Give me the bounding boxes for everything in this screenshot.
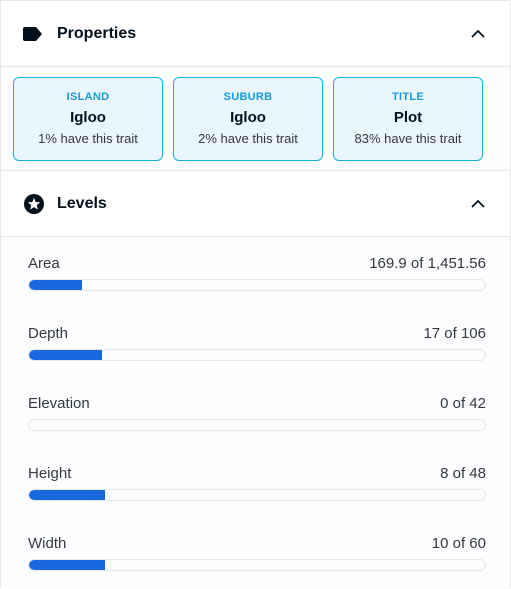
chevron-up-icon[interactable] [470,196,486,212]
traits-panel: Properties ISLAND Igloo 1% have this tra… [0,0,511,589]
level-name: Depth [28,325,69,342]
property-card[interactable]: ISLAND Igloo 1% have this trait [13,77,163,161]
levels-title: Levels [57,194,107,212]
property-card[interactable]: TITLE Plot 83% have this trait [333,77,483,161]
level-name: Width [28,535,67,552]
level-progress-bar [28,559,486,571]
level-item: Height 8 of 48 [28,465,486,505]
level-value: 0 of 42 [440,395,486,412]
tag-icon [23,23,45,45]
level-value: 8 of 48 [440,465,486,482]
level-value: 17 of 106 [423,325,486,342]
level-value: 10 of 60 [431,535,486,552]
level-item: Depth 17 of 106 [28,325,486,365]
level-name: Height [28,465,72,482]
level-item: Elevation 0 of 42 [28,395,486,435]
properties-title: Properties [57,24,137,42]
level-value: 169.9 of 1,451.56 [369,255,486,272]
level-progress-bar [28,419,486,431]
property-rarity: 1% have this trait [38,131,138,146]
property-type: ISLAND [66,91,110,103]
properties-header[interactable]: Properties [1,1,510,67]
star-icon [23,193,45,215]
level-item: Width 10 of 60 [28,535,486,575]
level-progress-bar [28,279,486,291]
level-progress-bar [28,349,486,361]
level-progress-bar [28,489,486,501]
level-name: Elevation [28,395,90,412]
levels-header[interactable]: Levels [1,171,510,237]
property-rarity: 83% have this trait [354,131,462,146]
level-progress-fill [29,560,105,570]
levels-list: Area 169.9 of 1,451.56 Depth 17 of 106 E… [1,237,510,589]
property-value: Igloo [70,109,106,126]
level-progress-fill [29,350,103,360]
level-progress-fill [29,490,105,500]
property-value: Igloo [230,109,266,126]
property-rarity: 2% have this trait [198,131,298,146]
level-name: Area [28,255,60,272]
property-value: Plot [393,109,423,126]
property-card[interactable]: SUBURB Igloo 2% have this trait [173,77,323,161]
properties-list: ISLAND Igloo 1% have this trait SUBURB I… [1,67,510,171]
level-progress-fill [29,280,83,290]
chevron-up-icon[interactable] [470,26,486,42]
property-type: SUBURB [223,91,273,103]
level-item: Area 169.9 of 1,451.56 [28,255,486,295]
property-type: TITLE [391,91,425,103]
